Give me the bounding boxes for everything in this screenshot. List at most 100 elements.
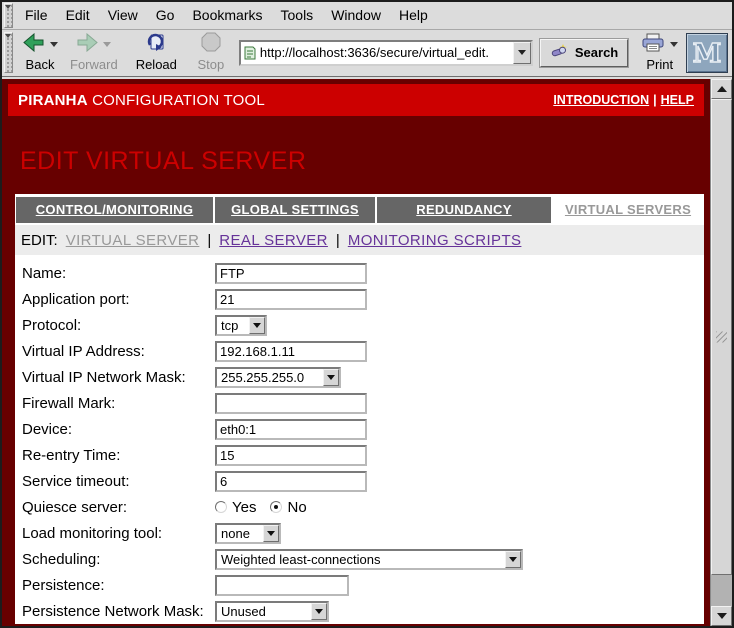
search-button-label: Search <box>575 45 618 60</box>
menu-view[interactable]: View <box>99 3 147 27</box>
scheduling-label: Scheduling: <box>22 551 215 568</box>
tab-global-settings[interactable]: GLOBAL SETTINGS <box>215 197 375 223</box>
persistence-network-mask-select[interactable]: Unused <box>215 601 329 622</box>
form-row-quiesce-server: Quiesce server:YesNo <box>22 494 704 520</box>
menu-items: FileEditViewGoBookmarksToolsWindowHelp <box>16 7 437 25</box>
application-port-label: Application port: <box>22 291 215 308</box>
scrollbar-thumb[interactable] <box>711 99 732 575</box>
stop-button-label: Stop <box>198 57 225 72</box>
back-button[interactable]: Back <box>18 33 62 73</box>
form-row-name: Name: <box>22 260 704 286</box>
url-bar[interactable]: http://localhost:3636/secure/virtual_edi… <box>239 40 533 66</box>
stop-icon <box>201 32 221 57</box>
quiesce-server-radio-no[interactable] <box>270 501 282 513</box>
tab-virtual-servers[interactable]: VIRTUAL SERVERS <box>553 197 703 223</box>
reload-button[interactable]: Reload <box>132 33 181 73</box>
firewall-mark-label: Firewall Mark: <box>22 395 215 412</box>
menu-tools[interactable]: Tools <box>272 3 323 27</box>
print-button[interactable]: Print <box>637 33 682 73</box>
device-input[interactable] <box>215 419 367 440</box>
persistence-network-mask-selected-value: Unused <box>217 603 311 620</box>
virtual-ip-network-mask-select[interactable]: 255.255.255.0 <box>215 367 341 388</box>
menu-go[interactable]: Go <box>147 3 184 27</box>
tab-control-monitoring[interactable]: CONTROL/MONITORING <box>16 197 213 223</box>
forward-arrow-icon <box>76 33 98 57</box>
virtual-ip-address-input[interactable] <box>215 341 367 362</box>
load-monitoring-tool-selected-value: none <box>217 525 263 542</box>
quiesce-server-radio-yes[interactable] <box>215 501 227 513</box>
toolbar-grippy[interactable] <box>4 32 13 73</box>
re-entry-time-input[interactable] <box>215 445 367 466</box>
persistence-input[interactable] <box>215 575 349 596</box>
subnav-link-monitoring-scripts[interactable]: MONITORING SCRIPTS <box>348 232 522 249</box>
svg-text:M: M <box>693 39 722 69</box>
toolbar-grippy[interactable] <box>4 3 13 28</box>
subnav-link-virtual-server[interactable]: VIRTUAL SERVER <box>66 232 200 249</box>
form-row-service-timeout: Service timeout: <box>22 468 704 494</box>
browser-window: FileEditViewGoBookmarksToolsWindowHelp B… <box>0 0 734 628</box>
chevron-down-icon[interactable] <box>249 317 265 334</box>
edit-prefix: EDIT: <box>21 232 58 249</box>
piranha-page: PIRANHA CONFIGURATION TOOL INTRODUCTION|… <box>2 79 710 626</box>
persistence-network-mask-label: Persistence Network Mask: <box>22 603 215 620</box>
subnav-separator: | <box>207 232 211 249</box>
form-row-persistence-network-mask: Persistence Network Mask:Unused <box>22 598 704 624</box>
application-port-input[interactable] <box>215 289 367 310</box>
back-history-dropdown-icon[interactable] <box>50 42 58 51</box>
menu-edit[interactable]: Edit <box>57 3 99 27</box>
form-row-protocol: Protocol:tcp <box>22 312 704 338</box>
url-dropdown-button[interactable] <box>513 42 531 64</box>
print-dropdown-icon[interactable] <box>670 42 678 51</box>
form-row-firewall-mark: Firewall Mark: <box>22 390 704 416</box>
piranha-banner: PIRANHA CONFIGURATION TOOL INTRODUCTION|… <box>8 84 704 116</box>
url-input[interactable]: http://localhost:3636/secure/virtual_edi… <box>259 45 513 60</box>
back-button-label: Back <box>26 57 55 72</box>
reload-icon <box>146 32 167 57</box>
form-row-scheduling: Scheduling:Weighted least-connections <box>22 546 704 572</box>
help-link[interactable]: HELP <box>661 93 694 107</box>
page-title: EDIT VIRTUAL SERVER <box>20 147 704 176</box>
bookmark-icon[interactable] <box>241 46 259 60</box>
subnav-link-real-server[interactable]: REAL SERVER <box>219 232 328 249</box>
stop-button[interactable]: Stop <box>189 33 233 73</box>
tab-redundancy[interactable]: REDUNDANCY <box>377 197 551 223</box>
scroll-down-button[interactable] <box>711 606 732 626</box>
vertical-scrollbar[interactable] <box>710 79 732 626</box>
forward-button[interactable]: Forward <box>66 33 122 73</box>
virtual-ip-network-mask-label: Virtual IP Network Mask: <box>22 369 215 386</box>
forward-button-label: Forward <box>70 57 118 72</box>
chevron-down-icon[interactable] <box>311 603 327 620</box>
edit-subnav: EDIT: VIRTUAL SERVER|REAL SERVER|MONITOR… <box>15 225 704 255</box>
protocol-select[interactable]: tcp <box>215 315 267 336</box>
chevron-down-icon[interactable] <box>323 369 339 386</box>
firewall-mark-input[interactable] <box>215 393 367 414</box>
menu-window[interactable]: Window <box>322 3 390 27</box>
scroll-up-arrow-icon <box>717 81 727 92</box>
chevron-down-icon[interactable] <box>263 525 279 542</box>
form-row-persistence: Persistence: <box>22 572 704 598</box>
back-arrow-icon <box>23 33 45 57</box>
persistence-label: Persistence: <box>22 577 215 594</box>
form-row-device: Device: <box>22 416 704 442</box>
quiesce-server-label: Quiesce server: <box>22 499 215 516</box>
form-row-virtual-ip-network-mask: Virtual IP Network Mask:255.255.255.0 <box>22 364 704 390</box>
virtual-ip-network-mask-selected-value: 255.255.255.0 <box>217 369 323 386</box>
chevron-down-icon <box>518 50 526 59</box>
menu-file[interactable]: File <box>16 3 57 27</box>
printer-icon <box>641 33 665 57</box>
service-timeout-input[interactable] <box>215 471 367 492</box>
banner-separator: | <box>653 93 657 107</box>
scheduling-select[interactable]: Weighted least-connections <box>215 549 523 570</box>
name-input[interactable] <box>215 263 367 284</box>
scroll-up-button[interactable] <box>711 79 732 99</box>
load-monitoring-tool-select[interactable]: none <box>215 523 281 544</box>
forward-history-dropdown-icon[interactable] <box>103 42 111 51</box>
form-row-application-port: Application port: <box>22 286 704 312</box>
search-button[interactable]: Search <box>540 39 628 67</box>
introduction-link[interactable]: INTRODUCTION <box>553 93 649 107</box>
menu-bookmarks[interactable]: Bookmarks <box>183 3 271 27</box>
menu-help[interactable]: Help <box>390 3 437 27</box>
quiesce-server-radio-label-no: No <box>287 499 306 516</box>
chevron-down-icon[interactable] <box>505 551 521 568</box>
mozilla-throbber-logo[interactable]: M <box>686 33 728 73</box>
